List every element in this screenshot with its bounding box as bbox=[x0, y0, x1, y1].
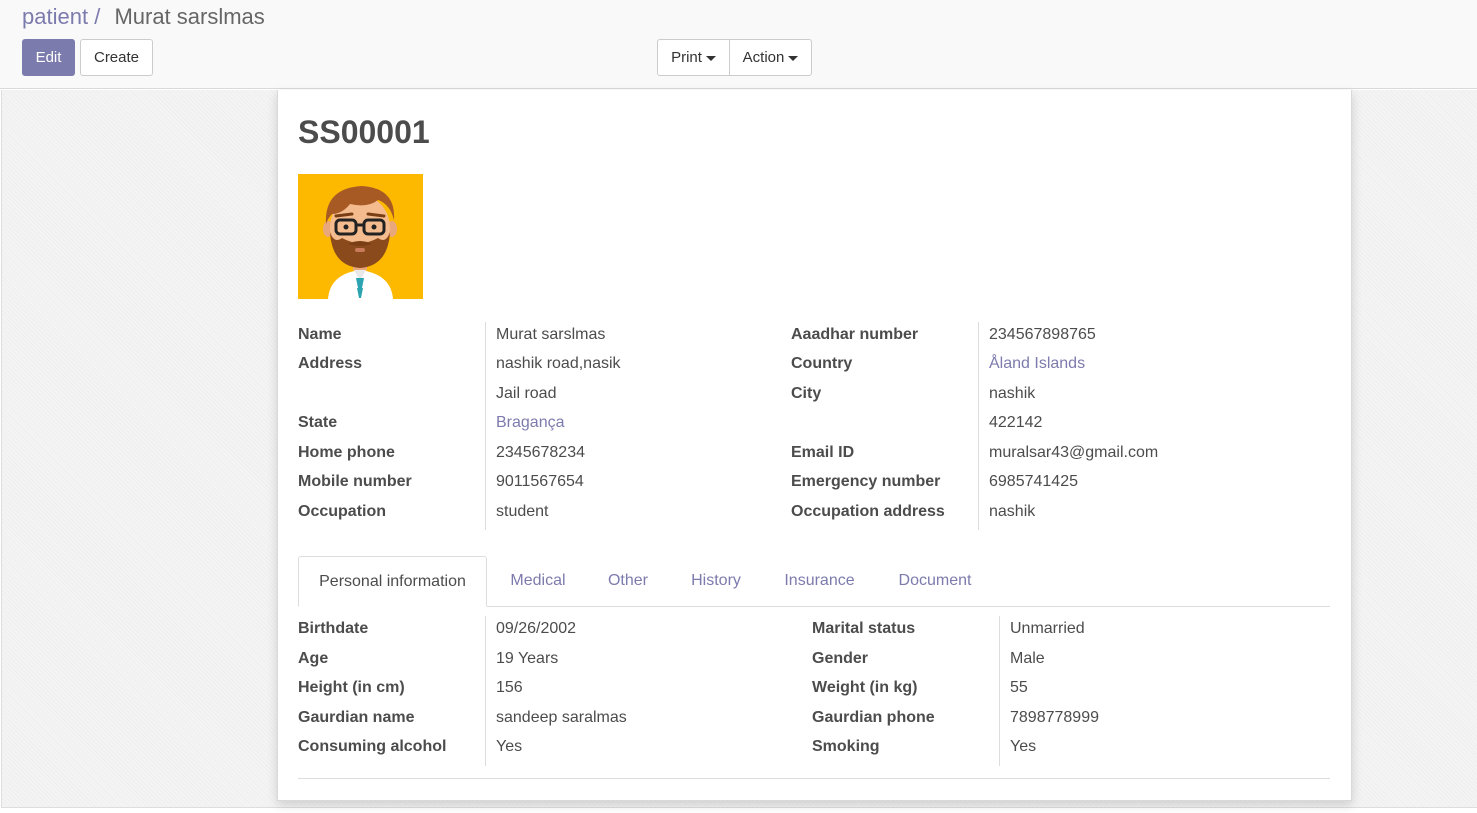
occupation-value: student bbox=[496, 503, 549, 520]
aadhar-label: Aaadhar number bbox=[791, 326, 919, 343]
caret-down-icon bbox=[788, 55, 799, 61]
height-value: 156 bbox=[496, 679, 523, 696]
weight-value: 55 bbox=[1010, 679, 1028, 696]
smoking-label: Smoking bbox=[812, 738, 880, 755]
mobile-number-value: 9011567654 bbox=[496, 473, 584, 490]
breadcrumb-patient-link[interactable]: patient bbox=[22, 4, 88, 29]
occupation-address-label: Occupation address bbox=[791, 503, 945, 520]
breadcrumb-separator: / bbox=[94, 4, 101, 29]
control-panel: patient / Murat sarslmas Edit Create Pri… bbox=[0, 0, 1477, 89]
print-label: Print bbox=[671, 49, 702, 66]
occupation-address-value: nashik bbox=[989, 503, 1036, 520]
column-divider bbox=[999, 616, 1000, 766]
caret-down-icon bbox=[705, 55, 716, 61]
create-button[interactable]: Create bbox=[80, 39, 153, 76]
aadhar-value: 234567898765 bbox=[989, 326, 1096, 343]
country-link[interactable]: Åland Islands bbox=[989, 353, 1085, 375]
home-phone-value: 2345678234 bbox=[496, 444, 585, 461]
guardian-name-value: sandeep saralmas bbox=[496, 709, 627, 726]
action-dropdown-button[interactable]: Action bbox=[729, 39, 812, 76]
weight-label: Weight (in kg) bbox=[812, 679, 918, 696]
name-label: Name bbox=[298, 326, 342, 343]
gender-value: Male bbox=[1010, 650, 1045, 667]
tab-document[interactable]: Document bbox=[886, 556, 984, 606]
guardian-name-label: Gaurdian name bbox=[298, 709, 415, 726]
emergency-number-value: 6985741425 bbox=[989, 473, 1078, 490]
notebook-tabs: Personal information Medical Other Histo… bbox=[298, 556, 1330, 607]
occupation-label: Occupation bbox=[298, 503, 387, 520]
action-label: Action bbox=[742, 49, 785, 66]
man-with-beard-glasses-avatar-icon bbox=[323, 186, 397, 299]
marital-status-label: Marital status bbox=[812, 620, 916, 637]
column-divider bbox=[978, 322, 979, 530]
age-label: Age bbox=[298, 650, 329, 667]
height-label: Height (in cm) bbox=[298, 679, 405, 696]
tab-insurance[interactable]: Insurance bbox=[772, 556, 867, 606]
address-line2-value: Jail road bbox=[496, 385, 557, 402]
print-dropdown-button[interactable]: Print bbox=[657, 39, 730, 76]
marital-status-value: Unmarried bbox=[1010, 620, 1085, 637]
city-label: City bbox=[791, 385, 822, 402]
state-label: State bbox=[298, 414, 338, 431]
country-label: Country bbox=[791, 355, 853, 372]
consuming-alcohol-label: Consuming alcohol bbox=[298, 738, 447, 755]
name-value: Murat sarslmas bbox=[496, 326, 606, 343]
state-link[interactable]: Bragança bbox=[496, 412, 565, 434]
tab-history[interactable]: History bbox=[678, 556, 754, 606]
email-label: Email ID bbox=[791, 444, 855, 461]
emergency-number-label: Emergency number bbox=[791, 473, 941, 490]
smoking-value: Yes bbox=[1010, 738, 1037, 755]
age-value: 19 Years bbox=[496, 650, 559, 667]
birthdate-label: Birthdate bbox=[298, 620, 369, 637]
tab-content-bottom-divider bbox=[298, 778, 1330, 779]
home-phone-label: Home phone bbox=[298, 444, 395, 461]
mobile-number-label: Mobile number bbox=[298, 473, 412, 490]
edit-button[interactable]: Edit bbox=[22, 39, 75, 76]
gender-label: Gender bbox=[812, 650, 869, 667]
tab-other[interactable]: Other bbox=[593, 556, 663, 606]
birthdate-value: 09/26/2002 bbox=[496, 620, 577, 637]
address-line1-value: nashik road,nasik bbox=[496, 355, 621, 372]
zip-value: 422142 bbox=[989, 414, 1043, 431]
tab-personal-information[interactable]: Personal information bbox=[298, 556, 487, 607]
breadcrumb: patient / Murat sarslmas bbox=[22, 4, 265, 30]
breadcrumb-current: Murat sarslmas bbox=[114, 4, 265, 29]
patient-avatar[interactable] bbox=[298, 174, 423, 299]
tab-medical[interactable]: Medical bbox=[498, 556, 578, 606]
guardian-phone-value: 7898778999 bbox=[1010, 709, 1099, 726]
column-divider bbox=[485, 616, 486, 766]
consuming-alcohol-value: Yes bbox=[496, 738, 523, 755]
city-value: nashik bbox=[989, 385, 1036, 402]
guardian-phone-label: Gaurdian phone bbox=[812, 709, 935, 726]
record-reference: SS00001 bbox=[298, 114, 430, 150]
email-value: muralsar43@gmail.com bbox=[989, 444, 1159, 461]
column-divider bbox=[485, 322, 486, 530]
address-label: Address bbox=[298, 355, 363, 372]
